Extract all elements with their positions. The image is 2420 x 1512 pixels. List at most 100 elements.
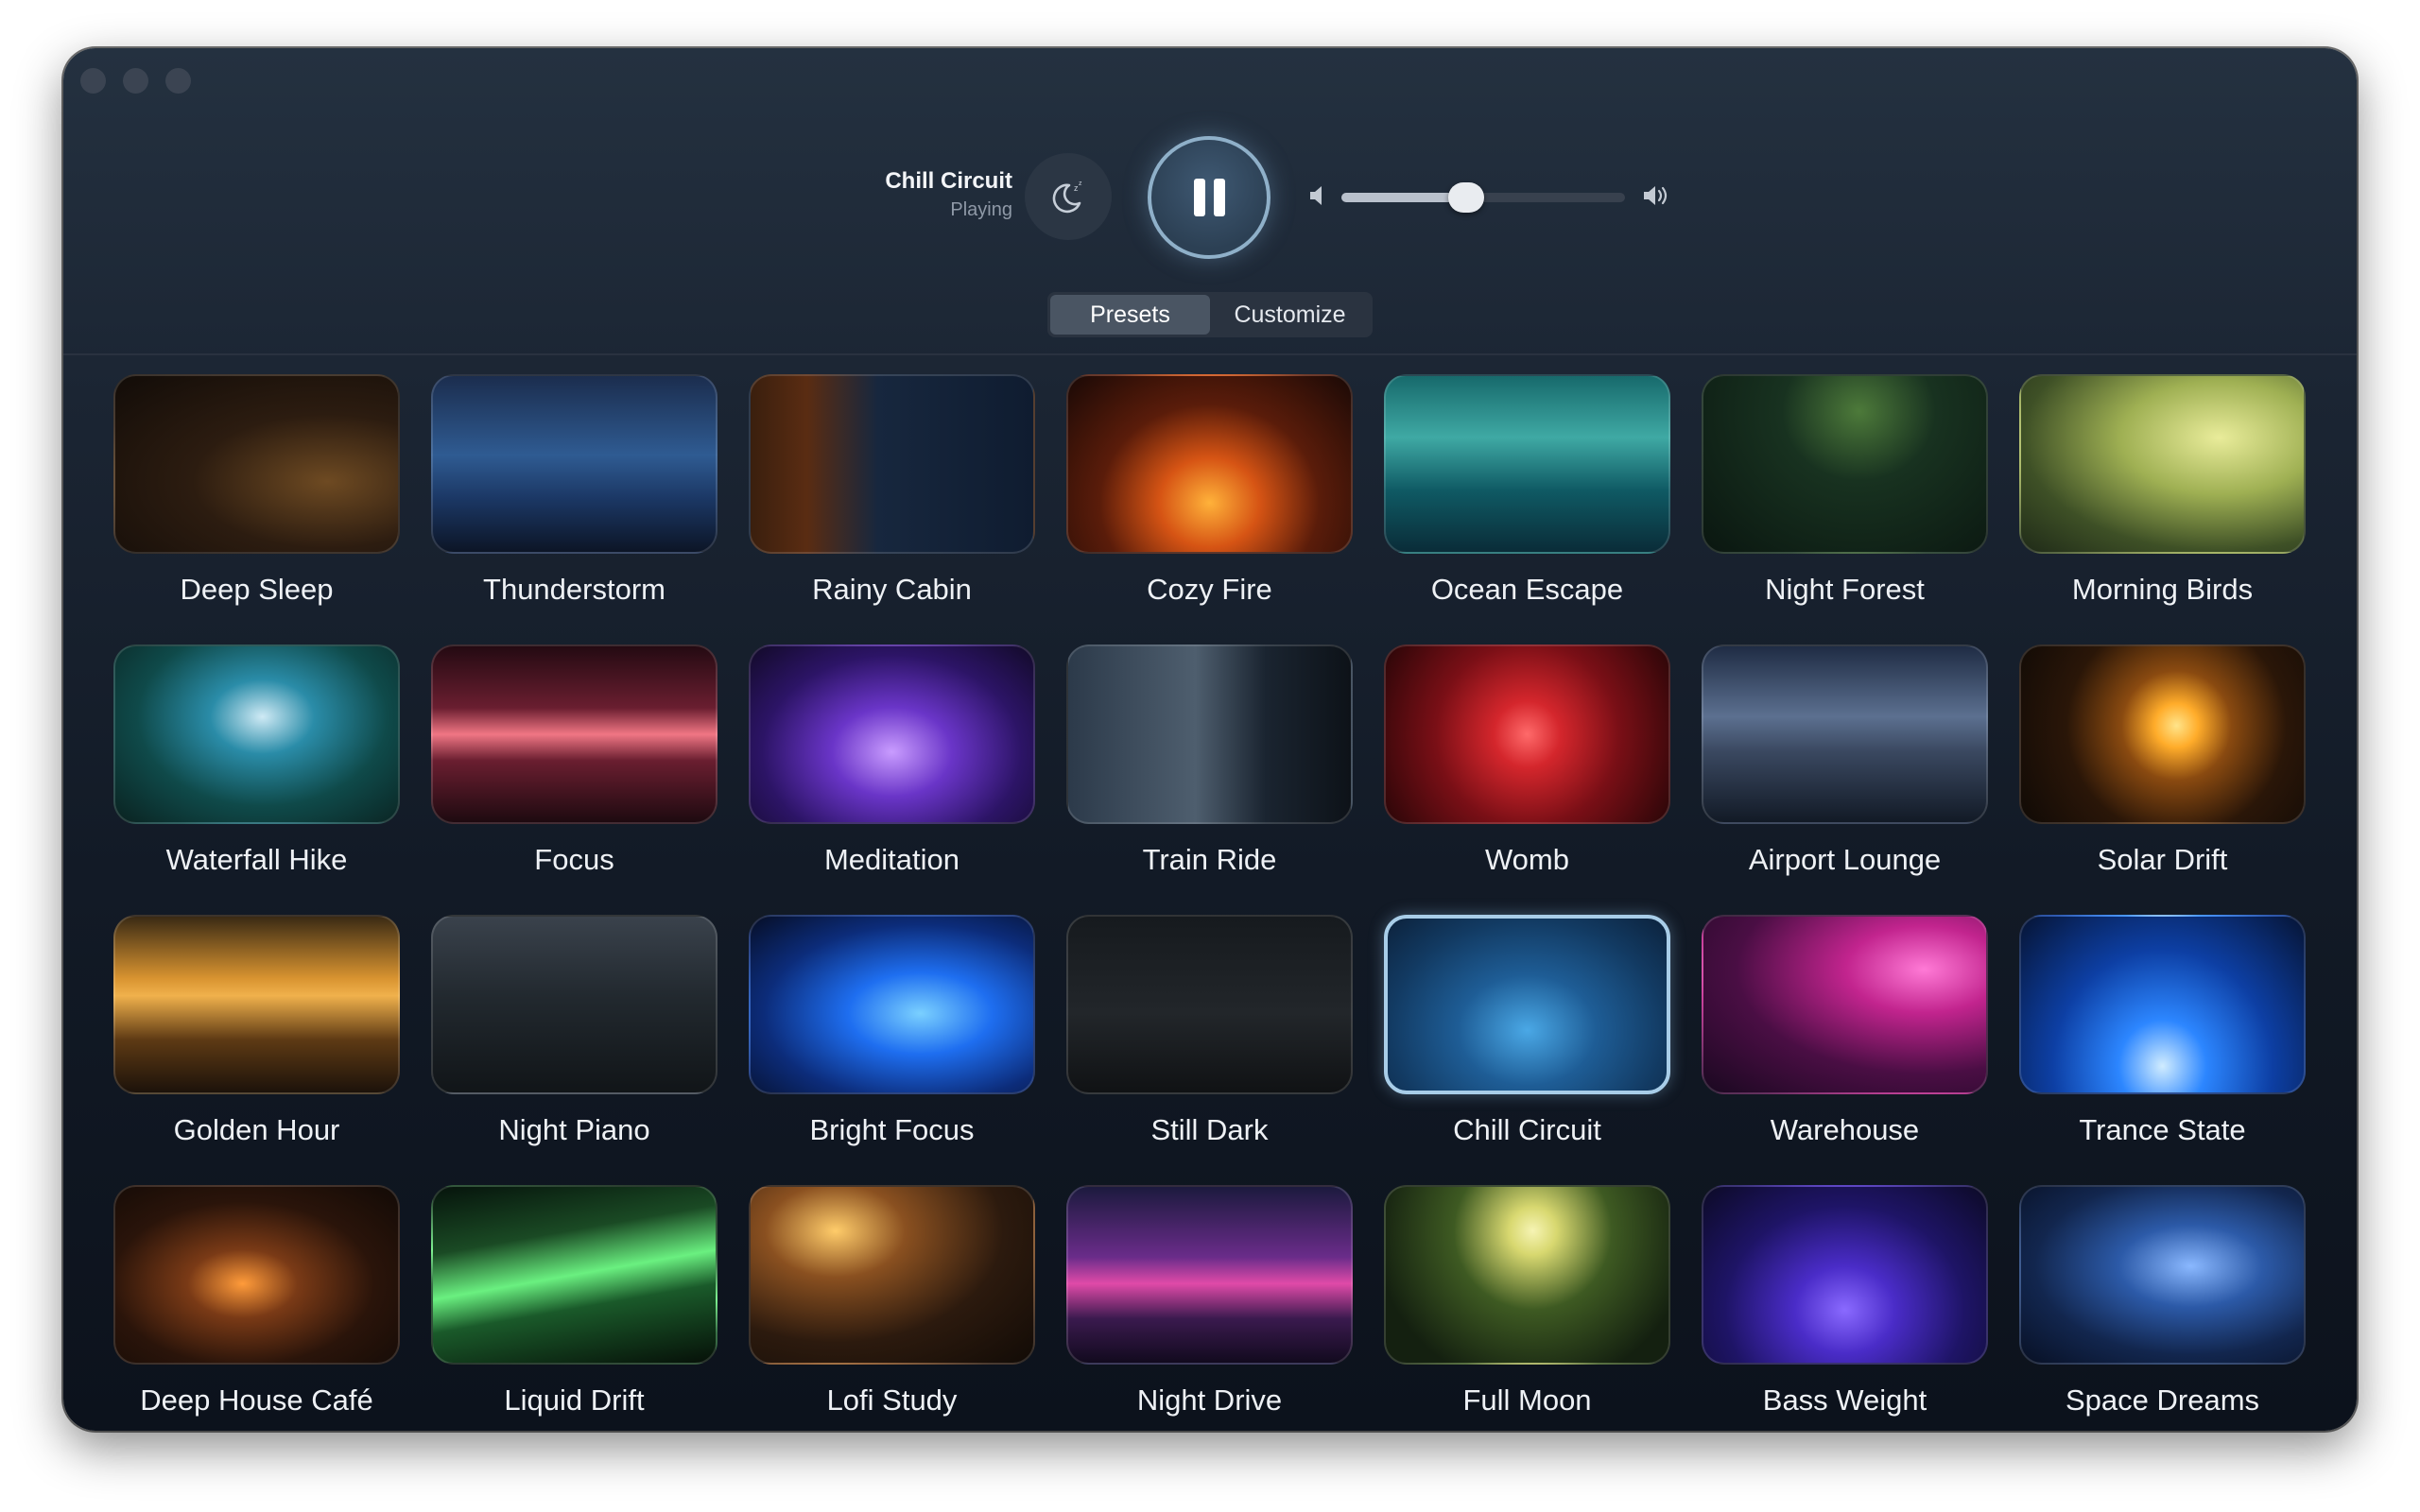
preset-thumbnail: [113, 1185, 400, 1365]
tab-customize[interactable]: Customize: [1210, 295, 1370, 335]
preset-thumbnail: [1066, 915, 1353, 1094]
now-playing: Chill Circuit Playing: [885, 167, 1012, 222]
preset-thumbnail: [113, 374, 400, 554]
preset-tile[interactable]: Waterfall Hike: [113, 644, 400, 915]
app-window: Chill Circuit Playing z z Presets Custom…: [63, 48, 2357, 1431]
preset-thumbnail: [1384, 915, 1670, 1094]
player-header: Chill Circuit Playing z z Presets Custom…: [63, 48, 2357, 355]
preset-label: Trance State: [2079, 1113, 2246, 1146]
preset-label: Bass Weight: [1762, 1383, 1927, 1417]
preset-label: Rainy Cabin: [812, 573, 972, 606]
preset-grid: Deep Sleep Thunderstorm Rainy Cabin Cozy Fi…: [113, 374, 2307, 1431]
preset-tile[interactable]: Trance State: [2019, 915, 2306, 1185]
preset-tile[interactable]: Bass Weight: [1702, 1185, 1988, 1431]
preset-thumbnail: [1702, 1185, 1988, 1365]
preset-tile[interactable]: Deep Sleep: [113, 374, 400, 644]
preset-label: Focus: [534, 843, 614, 876]
preset-thumbnail: [1384, 1185, 1670, 1365]
preset-thumbnail: [749, 374, 1035, 554]
pause-icon: [1193, 179, 1225, 216]
preset-thumbnail: [749, 644, 1035, 824]
preset-thumbnail: [1066, 374, 1353, 554]
preset-tile[interactable]: Meditation: [749, 644, 1035, 915]
preset-label: Thunderstorm: [483, 573, 666, 606]
svg-text:z: z: [1079, 180, 1082, 187]
preset-label: Womb: [1484, 843, 1569, 876]
tab-presets[interactable]: Presets: [1050, 295, 1210, 335]
preset-tile[interactable]: Lofi Study: [749, 1185, 1035, 1431]
preset-label: Golden Hour: [173, 1113, 340, 1146]
preset-label: Night Piano: [498, 1113, 650, 1146]
preset-label: Cozy Fire: [1147, 573, 1272, 606]
preset-label: Warehouse: [1770, 1113, 1920, 1146]
preset-label: Airport Lounge: [1748, 843, 1942, 876]
view-tabs: Presets Customize: [1047, 292, 1373, 337]
preset-label: Still Dark: [1150, 1113, 1269, 1146]
preset-thumbnail: [1066, 644, 1353, 824]
volume-slider[interactable]: [1341, 182, 1625, 213]
preset-tile[interactable]: Ocean Escape: [1384, 374, 1670, 644]
preset-tile[interactable]: Warehouse: [1702, 915, 1988, 1185]
preset-tile[interactable]: Focus: [431, 644, 717, 915]
preset-label: Deep Sleep: [180, 573, 334, 606]
preset-label: Space Dreams: [2065, 1383, 2260, 1417]
preset-label: Ocean Escape: [1430, 573, 1624, 606]
preset-thumbnail: [431, 644, 717, 824]
preset-thumbnail: [2019, 374, 2306, 554]
preset-tile[interactable]: Golden Hour: [113, 915, 400, 1185]
now-playing-status: Playing: [950, 199, 1012, 220]
preset-label: Meditation: [823, 843, 960, 876]
speaker-low-icon: [1310, 186, 1322, 205]
preset-thumbnail: [749, 915, 1035, 1094]
preset-tile[interactable]: Train Ride: [1066, 644, 1353, 915]
preset-tile[interactable]: Womb: [1384, 644, 1670, 915]
preset-tile[interactable]: Solar Drift: [2019, 644, 2306, 915]
preset-tile[interactable]: Morning Birds: [2019, 374, 2306, 644]
preset-label: Night Drive: [1136, 1383, 1283, 1417]
preset-tile[interactable]: Liquid Drift: [431, 1185, 717, 1431]
volume-slider-knob[interactable]: [1448, 182, 1484, 213]
preset-thumbnail: [113, 644, 400, 824]
preset-tile[interactable]: Night Piano: [431, 915, 717, 1185]
preset-tile[interactable]: Airport Lounge: [1702, 644, 1988, 915]
preset-tile[interactable]: Rainy Cabin: [749, 374, 1035, 644]
sleep-timer-button[interactable]: z z: [1025, 153, 1112, 240]
preset-thumbnail: [431, 1185, 717, 1365]
preset-tile[interactable]: Chill Circuit: [1384, 915, 1670, 1185]
preset-tile[interactable]: Deep House Café: [113, 1185, 400, 1431]
preset-label: Waterfall Hike: [165, 843, 348, 876]
preset-thumbnail: [431, 374, 717, 554]
moon-zzz-icon: z z: [1052, 180, 1082, 214]
preset-label: Full Moon: [1462, 1383, 1592, 1417]
preset-tile[interactable]: Cozy Fire: [1066, 374, 1353, 644]
preset-label: Solar Drift: [2097, 843, 2228, 876]
preset-thumbnail: [1702, 644, 1988, 824]
preset-label: Night Forest: [1765, 573, 1925, 606]
preset-label: Deep House Café: [140, 1383, 373, 1417]
preset-tile[interactable]: Still Dark: [1066, 915, 1353, 1185]
preset-thumbnail: [2019, 1185, 2306, 1365]
preset-tile[interactable]: Night Forest: [1702, 374, 1988, 644]
preset-tile[interactable]: Full Moon: [1384, 1185, 1670, 1431]
preset-label: Liquid Drift: [504, 1383, 645, 1417]
preset-thumbnail: [1066, 1185, 1353, 1365]
preset-thumbnail: [2019, 915, 2306, 1094]
preset-thumbnail: [749, 1185, 1035, 1365]
preset-thumbnail: [1384, 374, 1670, 554]
preset-thumbnail: [1702, 915, 1988, 1094]
pause-button[interactable]: [1148, 136, 1270, 259]
preset-thumbnail: [2019, 644, 2306, 824]
preset-label: Bright Focus: [809, 1113, 975, 1146]
preset-thumbnail: [1384, 644, 1670, 824]
preset-thumbnail: [1702, 374, 1988, 554]
preset-tile[interactable]: Space Dreams: [2019, 1185, 2306, 1431]
preset-label: Chill Circuit: [1453, 1113, 1601, 1146]
preset-tile[interactable]: Bright Focus: [749, 915, 1035, 1185]
speaker-high-icon: [1644, 186, 1668, 205]
preset-thumbnail: [113, 915, 400, 1094]
preset-label: Lofi Study: [826, 1383, 958, 1417]
preset-tile[interactable]: Night Drive: [1066, 1185, 1353, 1431]
preset-tile[interactable]: Thunderstorm: [431, 374, 717, 644]
preset-label: Morning Birds: [2071, 573, 2254, 606]
now-playing-title: Chill Circuit: [885, 168, 1012, 194]
